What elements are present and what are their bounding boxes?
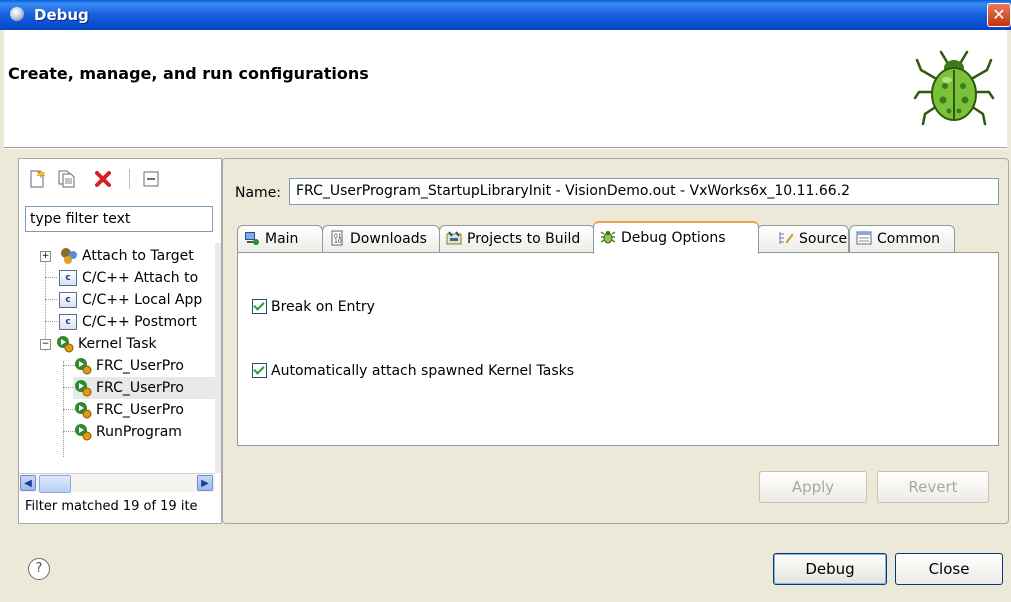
tree-line <box>45 299 57 300</box>
tab-source[interactable]: Source <box>757 225 849 253</box>
auto-attach-checkbox[interactable]: Automatically attach spawned Kernel Task… <box>252 362 575 379</box>
tree-item[interactable]: c C/C++ Postmort <box>59 311 215 333</box>
collapse-toggle[interactable]: − <box>40 339 51 350</box>
common-icon <box>856 231 872 245</box>
tree-line <box>45 277 57 278</box>
tree-item[interactable]: FRC_UserPro <box>73 399 215 421</box>
name-label: Name: <box>235 185 282 201</box>
tree-item[interactable]: RunProgram <box>73 421 215 443</box>
tab-label: Common <box>877 231 941 247</box>
expand-toggle[interactable]: + <box>40 251 51 262</box>
kernel-task-icon <box>75 380 92 397</box>
tree-item-label: RunProgram <box>96 424 182 440</box>
tab-bar: Main 01 10 Downloads Projects to Build De… <box>237 221 997 254</box>
c-icon: c <box>59 270 77 286</box>
tree-item[interactable]: c C/C++ Attach to <box>59 267 215 289</box>
scroll-right-button[interactable]: ▶ <box>197 475 213 491</box>
tree-item[interactable]: − Kernel Task <box>19 333 215 355</box>
configuration-tree: + Attach to Target c C/C++ Attach to c C/C… <box>19 243 215 471</box>
tree-line <box>45 321 57 322</box>
tree-item-label: FRC_UserPro <box>96 358 184 374</box>
filter-status: Filter matched 19 of 19 ite <box>25 499 198 514</box>
filter-input[interactable] <box>25 206 213 232</box>
apply-button[interactable]: Apply <box>759 471 867 503</box>
scroll-thumb[interactable] <box>39 475 71 493</box>
collapse-all-icon[interactable] <box>141 169 161 189</box>
scroll-left-button[interactable]: ◀ <box>20 475 36 491</box>
dialog-header: Create, manage, and run configurations <box>4 30 1007 148</box>
tab-label: Downloads <box>350 231 427 247</box>
main-icon <box>245 232 259 245</box>
revert-button[interactable]: Revert <box>877 471 989 503</box>
checkbox-checked[interactable] <box>252 298 267 314</box>
debug-dialog: Debug ✕ Create, manage, and run configur… <box>0 0 1011 602</box>
tab-label: Main <box>265 231 299 247</box>
kernel-task-icon <box>75 358 92 375</box>
projects-icon <box>446 231 462 245</box>
break-on-entry-checkbox[interactable]: Break on Entry <box>252 298 375 315</box>
downloads-icon: 0110 <box>331 230 343 246</box>
tree-item-label: Kernel Task <box>78 336 157 352</box>
kernel-task-icon <box>57 336 74 353</box>
tree-horizontal-scrollbar[interactable]: ◀ ▶ <box>19 473 215 493</box>
tree-item-label: C/C++ Attach to <box>82 270 199 286</box>
window-title: Debug <box>34 6 89 24</box>
new-configuration-icon[interactable] <box>27 169 47 189</box>
tree-vertical-scrollbar[interactable] <box>215 243 221 473</box>
kernel-task-icon <box>75 402 92 419</box>
checkbox-label: Automatically attach spawned Kernel Task… <box>271 363 575 379</box>
tree-item-label: Attach to Target <box>82 248 194 264</box>
tab-label: Source <box>799 231 848 247</box>
header-title: Create, manage, and run configurations <box>8 64 369 83</box>
title-bar[interactable]: Debug ✕ <box>0 0 1011 30</box>
tab-projects-to-build[interactable]: Projects to Build <box>439 225 595 253</box>
c-icon: c <box>59 314 77 330</box>
tab-label: Projects to Build <box>467 231 581 247</box>
debug-options-pane: Break on Entry Automatically attach spaw… <box>237 252 999 446</box>
tab-downloads[interactable]: 01 10 Downloads <box>322 225 440 253</box>
tree-item[interactable]: + Attach to Target <box>19 245 215 267</box>
name-field[interactable]: FRC_UserProgram_StartupLibraryInit - Vis… <box>289 178 999 205</box>
header-separator <box>4 148 1007 149</box>
tree-item[interactable]: FRC_UserPro <box>73 355 215 377</box>
kernel-task-icon <box>75 424 92 441</box>
attach-target-icon <box>61 248 77 264</box>
configuration-editor-panel: Name: FRC_UserProgram_StartupLibraryInit… <box>222 158 1009 524</box>
tab-debug-options[interactable]: Debug Options <box>593 221 759 254</box>
tab-label: Debug Options <box>621 230 726 246</box>
tree-item-label: C/C++ Postmort <box>82 314 197 330</box>
debug-options-icon <box>600 231 616 244</box>
delete-icon[interactable] <box>93 169 113 189</box>
c-icon: c <box>59 292 77 308</box>
tree-item-label: FRC_UserPro <box>96 380 184 396</box>
tree-item[interactable]: c C/C++ Local App <box>59 289 215 311</box>
window-icon <box>10 7 24 21</box>
toolbar-separator <box>129 169 130 189</box>
close-button[interactable]: Close <box>895 553 1003 585</box>
source-icon <box>779 232 794 244</box>
bug-icon <box>913 50 995 126</box>
configuration-list-panel: + Attach to Target c C/C++ Attach to c C/C… <box>18 158 222 524</box>
checkbox-checked[interactable] <box>252 362 267 378</box>
help-icon[interactable]: ? <box>28 558 50 580</box>
config-toolbar <box>19 159 221 199</box>
checkbox-label: Break on Entry <box>271 299 375 315</box>
tree-item-label: FRC_UserPro <box>96 402 184 418</box>
tab-main[interactable]: Main <box>237 225 323 253</box>
duplicate-icon[interactable] <box>57 169 77 189</box>
tree-item-selected[interactable]: FRC_UserPro <box>73 377 215 399</box>
tree-item-label: C/C++ Local App <box>82 292 203 308</box>
tab-common[interactable]: Common <box>849 225 955 253</box>
close-window-button[interactable]: ✕ <box>987 3 1011 27</box>
debug-button[interactable]: Debug <box>773 553 887 585</box>
svg-text:10: 10 <box>334 238 342 245</box>
